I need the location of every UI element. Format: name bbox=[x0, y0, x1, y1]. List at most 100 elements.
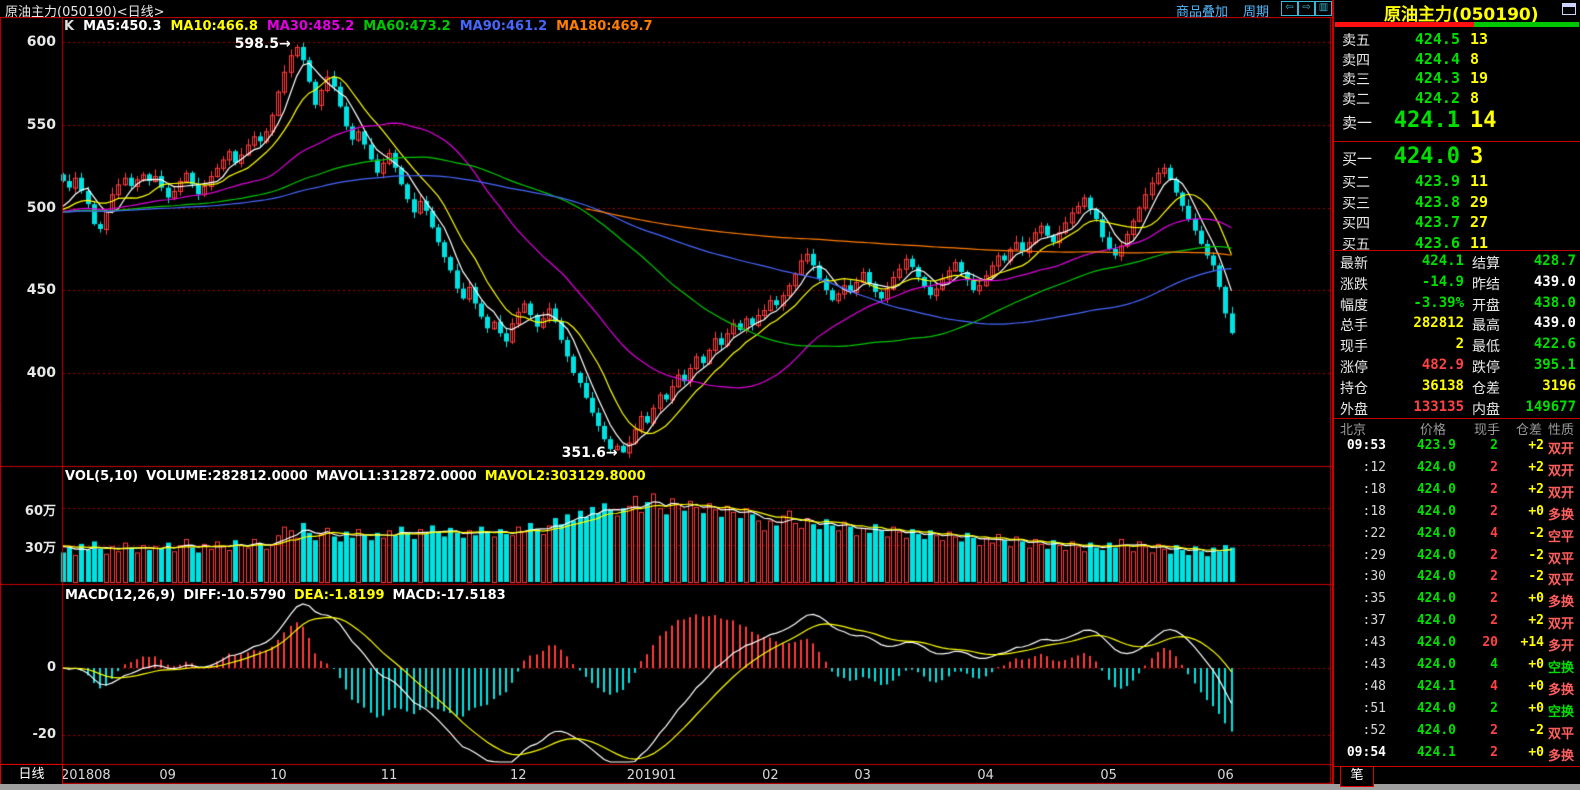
quote-value: 439.0 bbox=[1510, 274, 1576, 290]
tick-time: :43 bbox=[1336, 657, 1386, 672]
tick-price: 424.0 bbox=[1402, 613, 1456, 628]
tick-nature: 空换 bbox=[1548, 657, 1574, 676]
back-icon[interactable]: ⇦ bbox=[1281, 1, 1298, 16]
bid-level-4[interactable]: 买四423.727 bbox=[1334, 213, 1580, 233]
quote-label: 幅度 bbox=[1340, 295, 1368, 315]
ask-level-3[interactable]: 卖三424.319 bbox=[1334, 69, 1580, 89]
tick-time: :51 bbox=[1336, 701, 1386, 716]
tick-volume: 20 bbox=[1462, 635, 1498, 650]
quote-row-6: 持仓36138仓差3196 bbox=[1334, 378, 1580, 398]
tick-row[interactable]: :12424.02+2双开 bbox=[1334, 460, 1580, 480]
level-price: 424.1 bbox=[1370, 108, 1460, 133]
tick-nature: 双开 bbox=[1548, 438, 1574, 457]
tick-row[interactable]: :18424.02+2双开 bbox=[1334, 482, 1580, 502]
tick-oi-delta: +0 bbox=[1504, 504, 1544, 519]
level-volume: 29 bbox=[1470, 193, 1488, 211]
tick-nature: 双开 bbox=[1548, 482, 1574, 501]
tick-price: 424.0 bbox=[1402, 460, 1456, 475]
quote-value: -3.39% bbox=[1386, 295, 1464, 311]
bid-level-1[interactable]: 买一424.03 bbox=[1334, 148, 1580, 168]
tick-volume: 2 bbox=[1462, 482, 1498, 497]
tick-price: 424.0 bbox=[1402, 526, 1456, 541]
tick-price: 424.1 bbox=[1402, 679, 1456, 694]
sell-strength-segment bbox=[1335, 22, 1474, 27]
tick-row[interactable]: 09:54424.12+0多换 bbox=[1334, 745, 1580, 765]
month-label-201901: 201901 bbox=[627, 768, 677, 783]
level-volume: 11 bbox=[1470, 172, 1488, 190]
quote-row-2: 幅度 -3.39% 开盘 438.0 bbox=[1334, 295, 1580, 315]
tick-oi-delta: +0 bbox=[1504, 679, 1544, 694]
tick-volume: 2 bbox=[1462, 460, 1498, 475]
tick-oi-delta: -2 bbox=[1504, 723, 1544, 738]
tick-oi-delta: +2 bbox=[1504, 482, 1544, 497]
split-window-icon[interactable]: ▥ bbox=[1315, 1, 1332, 16]
tick-row[interactable]: :35424.02+0多换 bbox=[1334, 591, 1580, 611]
tick-volume: 2 bbox=[1462, 701, 1498, 716]
tick-time: 09:54 bbox=[1336, 745, 1386, 760]
level-volume: 14 bbox=[1470, 108, 1497, 133]
level-price: 423.8 bbox=[1370, 193, 1460, 211]
bid-level-2[interactable]: 买二423.911 bbox=[1334, 172, 1580, 192]
ask-level-4[interactable]: 卖四424.48 bbox=[1334, 50, 1580, 70]
tick-nature: 双平 bbox=[1548, 548, 1574, 567]
quote-value: 482.9 bbox=[1386, 357, 1464, 373]
ask-level-2[interactable]: 卖二424.28 bbox=[1334, 89, 1580, 109]
quote-label: 仓差 bbox=[1472, 378, 1500, 398]
chart-canvas[interactable] bbox=[0, 17, 1332, 784]
month-label-09: 09 bbox=[159, 768, 176, 783]
tick-row[interactable]: :48424.14+0多换 bbox=[1334, 679, 1580, 699]
quote-label: 跌停 bbox=[1472, 357, 1500, 377]
buy-sell-strength-bar bbox=[1334, 22, 1580, 27]
tick-price: 423.9 bbox=[1402, 438, 1456, 453]
tick-col-header-2: 现手 bbox=[1474, 419, 1500, 438]
tick-oi-delta: +0 bbox=[1504, 591, 1544, 606]
quote-label: 总手 bbox=[1340, 315, 1368, 335]
quote-label: 内盘 bbox=[1472, 399, 1500, 419]
tick-volume: 2 bbox=[1462, 548, 1498, 563]
level-volume: 11 bbox=[1470, 234, 1488, 252]
tick-price: 424.0 bbox=[1402, 482, 1456, 497]
quote-value: 439.0 bbox=[1510, 315, 1576, 331]
tick-oi-delta: +0 bbox=[1504, 657, 1544, 672]
tick-nature: 空换 bbox=[1548, 701, 1574, 720]
quote-label: 涨跌 bbox=[1340, 274, 1368, 294]
tick-row[interactable]: :37424.02+2双开 bbox=[1334, 613, 1580, 633]
quote-label: 外盘 bbox=[1340, 399, 1368, 419]
tick-row[interactable]: :43424.020+14多开 bbox=[1334, 635, 1580, 655]
tick-row[interactable]: :22424.04-2空平 bbox=[1334, 526, 1580, 546]
tick-nature: 空平 bbox=[1548, 526, 1574, 545]
tick-row[interactable]: 09:53423.92+2双开 bbox=[1334, 438, 1580, 458]
tick-price: 424.0 bbox=[1402, 635, 1456, 650]
tick-row[interactable]: :43424.04+0空换 bbox=[1334, 657, 1580, 677]
tab-tick-detail[interactable]: 笔 bbox=[1340, 766, 1374, 787]
restore-window-icon[interactable] bbox=[1562, 3, 1576, 15]
tick-volume: 2 bbox=[1462, 438, 1498, 453]
tick-oi-delta: -2 bbox=[1504, 569, 1544, 584]
level-label: 卖一 bbox=[1342, 112, 1372, 133]
tick-price: 424.0 bbox=[1402, 591, 1456, 606]
ask-level-5[interactable]: 卖五424.513 bbox=[1334, 30, 1580, 50]
level-label: 买四 bbox=[1342, 213, 1370, 233]
quote-row-4: 现手2最低422.6 bbox=[1334, 336, 1580, 356]
tick-row[interactable]: :52424.02-2双平 bbox=[1334, 723, 1580, 743]
quote-row-1: 涨跌-14.9昨结439.0 bbox=[1334, 274, 1580, 294]
ask-level-1[interactable]: 卖一424.114 bbox=[1334, 112, 1580, 132]
quote-row-0: 最新424.1结算428.7 bbox=[1334, 253, 1580, 273]
tick-volume: 2 bbox=[1462, 613, 1498, 628]
quote-value: 438.0 bbox=[1510, 295, 1576, 311]
period-label[interactable]: 日线 bbox=[0, 764, 63, 785]
quote-panel-title-bar: 原油主力(050190) bbox=[1334, 0, 1580, 22]
level-price: 423.7 bbox=[1370, 213, 1460, 231]
bid-level-3[interactable]: 买三423.829 bbox=[1334, 193, 1580, 213]
tick-nature: 多开 bbox=[1548, 635, 1574, 654]
quote-label: 开盘 bbox=[1472, 295, 1500, 315]
tick-row[interactable]: :30424.02-2双平 bbox=[1334, 569, 1580, 589]
tick-volume: 2 bbox=[1462, 723, 1498, 738]
tick-row[interactable]: :29424.02-2双平 bbox=[1334, 548, 1580, 568]
tick-oi-delta: +0 bbox=[1504, 745, 1544, 760]
tick-row[interactable]: :18424.02+0多换 bbox=[1334, 504, 1580, 524]
forward-icon[interactable]: ⇨ bbox=[1298, 1, 1315, 16]
chart-title-bar: 原油主力(050190)<日线> 商品叠加 周期 ⇦ ⇨ ▥ bbox=[0, 0, 1332, 17]
tick-row[interactable]: :51424.02+0空换 bbox=[1334, 701, 1580, 721]
tick-price: 424.0 bbox=[1402, 657, 1456, 672]
